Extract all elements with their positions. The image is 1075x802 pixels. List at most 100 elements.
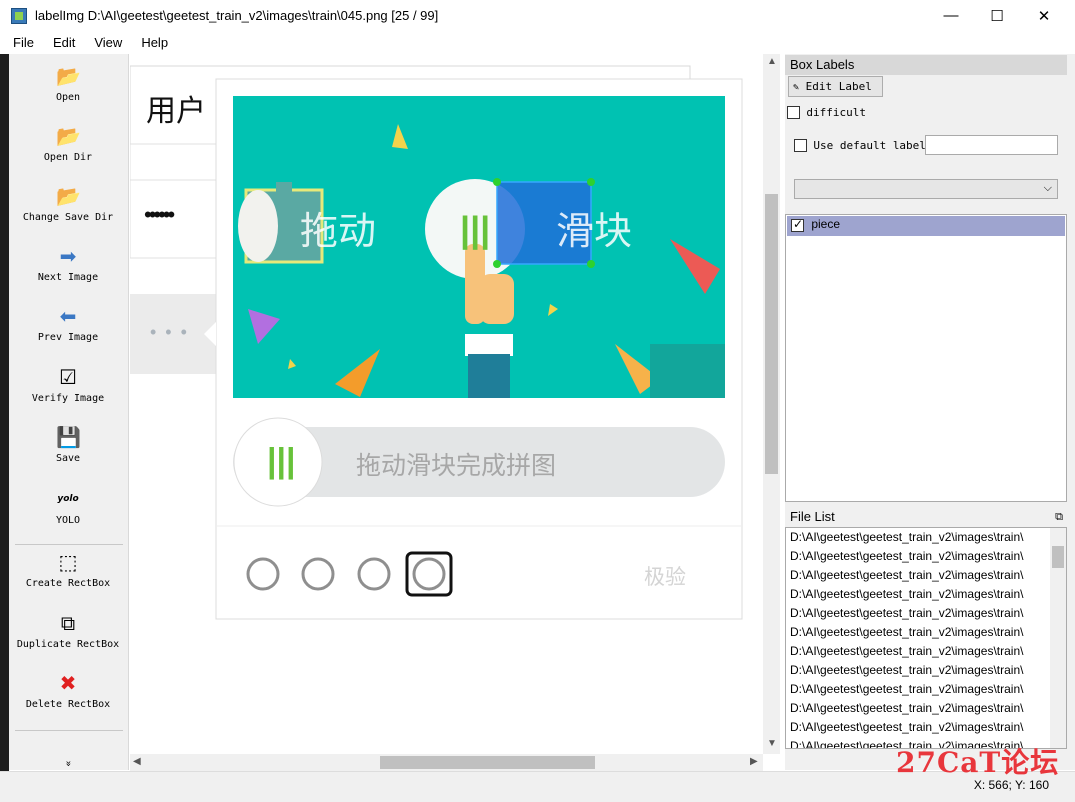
file-list-item[interactable]: D:\AI\geetest\geetest_train_v2\images\tr…: [786, 566, 1048, 585]
file-list-item[interactable]: D:\AI\geetest\geetest_train_v2\images\tr…: [786, 623, 1048, 642]
slider-hint-text: 拖动滑块完成拼图: [356, 451, 557, 480]
open-label: Open: [55, 92, 81, 103]
menu-edit[interactable]: Edit: [50, 33, 78, 52]
float-dock-icon[interactable]: ⧉: [1055, 507, 1063, 527]
maximize-button[interactable]: ☐: [974, 0, 1020, 31]
geetest-brand: 极验: [644, 565, 686, 589]
difficult-label: difficult: [806, 106, 866, 119]
captcha-text-left: 拖动: [300, 209, 377, 253]
difficult-checkbox[interactable]: difficult: [787, 105, 866, 120]
window-title: labelImg D:\AI\geetest\geetest_train_v2\…: [35, 8, 439, 23]
file-list-item[interactable]: D:\AI\geetest\geetest_train_v2\images\tr…: [786, 680, 1048, 699]
toolbar-more-button[interactable]: »: [63, 759, 74, 769]
open-button[interactable]: 📂 Open: [9, 64, 127, 103]
create-box-icon: ⬚: [58, 550, 78, 574]
file-list-item[interactable]: D:\AI\geetest\geetest_train_v2\images\tr…: [786, 547, 1048, 566]
image-canvas[interactable]: 用户 •••••• • • • 拖动 滑块 ||| ||| 拖动滑块完成拼图 极…: [130, 54, 763, 754]
yolo-button[interactable]: yolo YOLO: [9, 487, 127, 526]
menu-bar: File Edit View Help: [0, 31, 1075, 53]
app-icon: [11, 7, 27, 24]
next-image-label: Next Image: [37, 272, 99, 283]
edit-label-text: Edit Label: [805, 80, 872, 93]
use-default-label-text: Use default label: [813, 139, 926, 152]
create-rectbox-label: Create RectBox: [25, 578, 111, 589]
change-save-dir-button[interactable]: 📂 Change Save Dir: [9, 184, 127, 223]
toolbar-divider: [15, 544, 123, 545]
box-labels-title: Box Labels: [785, 55, 1067, 75]
label-list-item[interactable]: piece: [787, 216, 1065, 236]
create-rectbox-button[interactable]: ⬚ Create RectBox: [9, 550, 127, 589]
verify-image-button[interactable]: ☑ Verify Image: [9, 365, 127, 404]
prev-image-label: Prev Image: [37, 332, 99, 343]
file-list-scrollbar[interactable]: [1050, 528, 1066, 748]
copy-icon: ⧉: [60, 611, 76, 635]
minimize-button[interactable]: —: [928, 0, 974, 31]
checkbox-icon: ☑: [59, 365, 77, 389]
center-slider-bars: |||: [460, 209, 491, 250]
yolo-label: YOLO: [55, 515, 81, 526]
file-list-item[interactable]: D:\AI\geetest\geetest_train_v2\images\tr…: [786, 585, 1048, 604]
file-list-title-text: File List: [790, 509, 835, 524]
prev-image-button[interactable]: ⬅ Prev Image: [9, 304, 127, 343]
scroll-down-arrow-icon[interactable]: ▼: [767, 738, 777, 749]
delete-x-icon: ✖: [59, 671, 77, 695]
canvas-horizontal-scrollbar[interactable]: ◀ ▶: [130, 754, 763, 771]
captcha-text-right: 滑块: [556, 209, 633, 253]
duplicate-rectbox-button[interactable]: ⧉ Duplicate RectBox: [9, 611, 127, 650]
right-dock-panel: Box Labels ✎ Edit Label difficult Use de…: [785, 54, 1075, 770]
yolo-icon: yolo: [57, 494, 79, 504]
duplicate-rectbox-label: Duplicate RectBox: [16, 639, 120, 650]
label-dropdown[interactable]: ⌵: [794, 179, 1058, 199]
file-list-title: File List ⧉: [785, 507, 1067, 527]
delete-rectbox-label: Delete RectBox: [25, 699, 111, 710]
watermark: 27CaT论坛: [896, 746, 1060, 779]
menu-help[interactable]: Help: [138, 33, 171, 52]
default-label-input[interactable]: [925, 135, 1058, 155]
floppy-disk-icon: 💾: [56, 425, 81, 449]
toolbar-divider: [15, 730, 123, 731]
scroll-left-arrow-icon[interactable]: ◀: [133, 756, 141, 767]
file-list-item[interactable]: D:\AI\geetest\geetest_train_v2\images\tr…: [786, 718, 1048, 737]
checkbox-icon[interactable]: [787, 106, 800, 120]
close-button[interactable]: ✕: [1021, 0, 1067, 31]
scroll-up-arrow-icon[interactable]: ▲: [767, 56, 777, 67]
save-button[interactable]: 💾 Save: [9, 425, 127, 464]
folder-icon: 📂: [56, 184, 81, 208]
checkbox-icon[interactable]: [794, 139, 807, 153]
edit-label-button[interactable]: ✎ Edit Label: [788, 76, 883, 97]
save-label: Save: [55, 453, 81, 464]
delete-rectbox-button[interactable]: ✖ Delete RectBox: [9, 671, 127, 710]
title-bar: labelImg D:\AI\geetest\geetest_train_v2\…: [0, 0, 1075, 31]
next-image-button[interactable]: ➡ Next Image: [9, 244, 127, 283]
image-content: [130, 65, 743, 620]
toolbar: 📂 Open 📂 Open Dir 📂 Change Save Dir ➡ Ne…: [9, 54, 129, 770]
vertical-scroll-thumb[interactable]: [765, 194, 778, 474]
open-dir-button[interactable]: 📂 Open Dir: [9, 124, 127, 163]
file-list-item[interactable]: D:\AI\geetest\geetest_train_v2\images\tr…: [786, 699, 1048, 718]
use-default-label-checkbox[interactable]: Use default label: [794, 138, 926, 153]
chevron-down-icon: ⌵: [1043, 182, 1052, 194]
file-list-item[interactable]: D:\AI\geetest\geetest_train_v2\images\tr…: [786, 642, 1048, 661]
slider-handle-bars: |||: [267, 442, 296, 480]
arrow-right-icon: ➡: [59, 244, 77, 268]
folder-icon: 📂: [56, 64, 81, 88]
open-dir-label: Open Dir: [43, 152, 93, 163]
change-save-dir-label: Change Save Dir: [22, 212, 114, 223]
canvas-vertical-scrollbar[interactable]: ▲ ▼: [763, 54, 780, 754]
file-list-item[interactable]: D:\AI\geetest\geetest_train_v2\images\tr…: [786, 661, 1048, 680]
file-list[interactable]: D:\AI\geetest\geetest_train_v2\images\tr…: [785, 527, 1067, 749]
checkbox-icon[interactable]: [791, 217, 804, 232]
horizontal-scroll-thumb[interactable]: [380, 756, 595, 769]
dots-indicator: • • •: [150, 322, 189, 342]
file-list-item[interactable]: D:\AI\geetest\geetest_train_v2\images\tr…: [786, 528, 1048, 547]
edit-icon: ✎: [793, 82, 800, 93]
password-mask: ••••••: [144, 202, 175, 227]
file-list-scroll-thumb[interactable]: [1052, 546, 1064, 568]
label-list[interactable]: piece: [785, 214, 1067, 502]
file-list-item[interactable]: D:\AI\geetest\geetest_train_v2\images\tr…: [786, 604, 1048, 623]
menu-file[interactable]: File: [10, 33, 37, 52]
username-label: 用户: [146, 94, 206, 129]
menu-view[interactable]: View: [91, 33, 125, 52]
scroll-right-arrow-icon[interactable]: ▶: [750, 756, 758, 767]
verify-image-label: Verify Image: [31, 393, 105, 404]
